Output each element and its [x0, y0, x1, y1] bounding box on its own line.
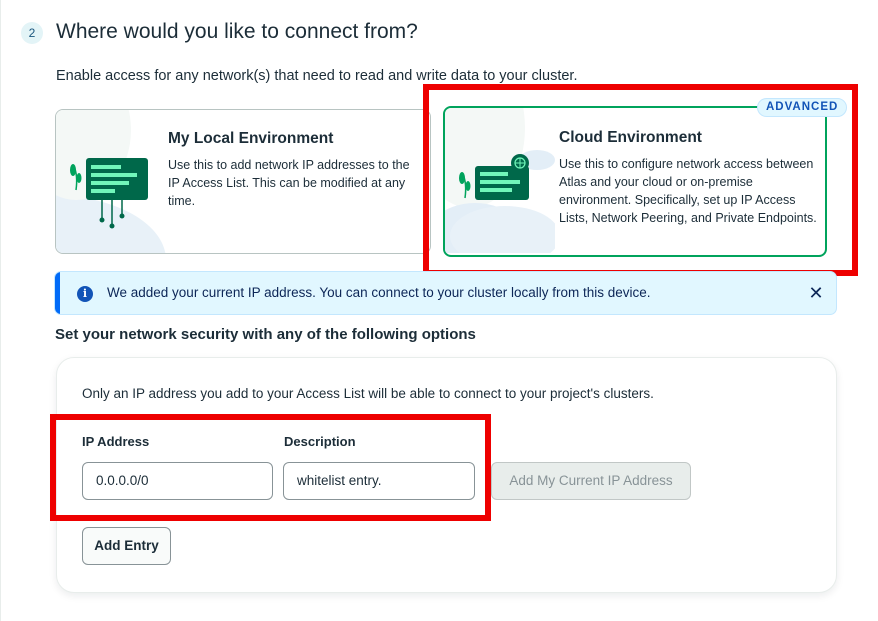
local-environment-card[interactable]: My Local Environment Use this to add net…	[55, 109, 431, 254]
step-number-badge: 2	[21, 22, 43, 44]
step-title: Where would you like to connect from?	[56, 20, 418, 43]
page-edge	[0, 0, 1, 621]
cloud-environment-illustration	[445, 108, 555, 253]
local-environment-title: My Local Environment	[168, 130, 334, 147]
info-icon: i	[77, 286, 93, 302]
step-subtitle: Enable access for any network(s) that ne…	[56, 68, 578, 84]
info-banner: i We added your current IP address. You …	[54, 271, 837, 315]
ip-address-input[interactable]: 0.0.0.0/0	[82, 462, 273, 500]
local-environment-illustration	[56, 110, 166, 253]
advanced-badge: ADVANCED	[757, 98, 848, 117]
add-current-ip-button[interactable]: Add My Current IP Address	[491, 462, 691, 500]
banner-message: We added your current IP address. You ca…	[107, 285, 651, 300]
ip-address-label: IP Address	[82, 434, 150, 449]
add-entry-button[interactable]: Add Entry	[82, 527, 171, 565]
section-title: Set your network security with any of th…	[55, 326, 476, 343]
cloud-environment-description: Use this to configure network access bet…	[559, 157, 817, 225]
cloud-environment-card[interactable]: Cloud Environment Use this to configure …	[443, 106, 827, 257]
close-icon[interactable]: ✕	[805, 282, 827, 304]
cloud-environment-title: Cloud Environment	[559, 129, 702, 146]
local-environment-description: Use this to add network IP addresses to …	[168, 158, 410, 208]
banner-accent-bar	[55, 272, 60, 314]
description-input[interactable]: whitelist entry.	[283, 462, 475, 500]
description-label: Description	[284, 434, 356, 449]
access-list-description: Only an IP address you add to your Acces…	[82, 386, 654, 401]
